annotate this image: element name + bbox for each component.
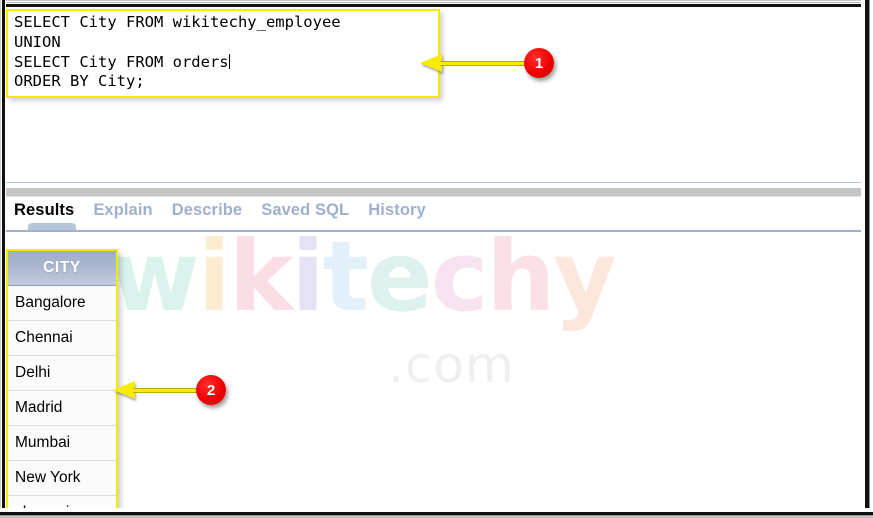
screenshot-root: wikitechy .com SELECT City FROM wikitech… <box>0 0 873 518</box>
window-frame-left <box>0 0 6 518</box>
table-row: Chennai <box>8 320 116 356</box>
table-cell: Delhi <box>8 355 116 391</box>
watermark-letter: h <box>486 220 555 333</box>
panel-splitter[interactable] <box>6 188 862 196</box>
tab-list: Results Explain Describe Saved SQL History <box>14 198 426 223</box>
tabbar-divider-bottom <box>6 230 862 232</box>
watermark-letter: w <box>110 220 200 333</box>
tab-describe[interactable]: Describe <box>172 201 243 220</box>
sql-line: UNION <box>14 32 61 51</box>
sql-text[interactable]: SELECT City FROM wikitechy_employee UNION… <box>14 13 341 92</box>
window-frame-top <box>0 0 873 8</box>
watermark-letter: k <box>228 220 294 333</box>
table-cell: Madrid <box>8 390 116 426</box>
sql-line: SELECT City FROM orders <box>14 52 230 71</box>
annotation-badge-2: 2 <box>196 375 226 405</box>
sql-command-editor[interactable]: SELECT City FROM wikitechy_employee UNION… <box>6 9 440 98</box>
arrow-head-icon <box>420 54 442 72</box>
results-table: CITY Bangalore Chennai Delhi Madrid Mumbai Ne… <box>6 249 118 518</box>
watermark-letter: c <box>430 220 488 333</box>
arrow-shaft <box>133 388 204 393</box>
column-header-city[interactable]: CITY <box>8 251 116 286</box>
text-caret <box>228 53 230 69</box>
panel-splitter-edge <box>6 196 862 197</box>
annotation-callout-2: 2 <box>113 375 238 405</box>
sql-line: ORDER BY City; <box>14 72 145 91</box>
results-header-row: CITY <box>8 251 116 286</box>
watermark-letter: i <box>291 220 324 333</box>
arrow-shaft <box>440 61 532 66</box>
tab-explain[interactable]: Explain <box>93 201 152 220</box>
table-cell: Chennai <box>8 320 116 356</box>
table-row: Mumbai <box>8 425 116 461</box>
results-grid-body: Bangalore Chennai Delhi Madrid Mumbai New Yor… <box>8 285 116 518</box>
editor-divider-top <box>6 182 862 183</box>
window-frame-right <box>861 0 873 518</box>
results-grid-head: CITY <box>8 251 116 286</box>
annotation-callout-1: 1 <box>420 48 570 78</box>
table-cell: Bangalore <box>8 285 116 321</box>
watermark-letter: e <box>367 220 433 333</box>
tab-saved-sql[interactable]: Saved SQL <box>261 201 349 220</box>
wikitechy-watermark: wikitechy .com <box>110 228 630 398</box>
watermark-dotcom: .com <box>388 336 515 394</box>
watermark-letter: t <box>322 220 369 333</box>
watermark-letter: i <box>197 220 231 333</box>
sql-line: SELECT City FROM wikitechy_employee <box>14 13 341 31</box>
tab-history[interactable]: History <box>368 201 426 220</box>
watermark-letter: y <box>553 220 616 333</box>
table-cell: Mumbai <box>8 425 116 461</box>
arrow-head-icon <box>113 381 135 399</box>
table-row: Delhi <box>8 355 116 391</box>
table-row: New York <box>8 460 116 496</box>
table-cell: New York <box>8 460 116 496</box>
table-row: Bangalore <box>8 285 116 321</box>
tab-results[interactable]: Results <box>14 201 74 220</box>
watermark-wordmark: wikitechy <box>110 220 617 333</box>
results-grid: CITY Bangalore Chennai Delhi Madrid Mumbai Ne… <box>8 251 116 518</box>
results-tabbar: Results Explain Describe Saved SQL History <box>6 198 862 230</box>
active-tab-indicator <box>28 223 76 230</box>
table-row: Madrid <box>8 390 116 426</box>
window-frame-bottom <box>0 508 873 518</box>
annotation-badge-1: 1 <box>524 48 554 78</box>
